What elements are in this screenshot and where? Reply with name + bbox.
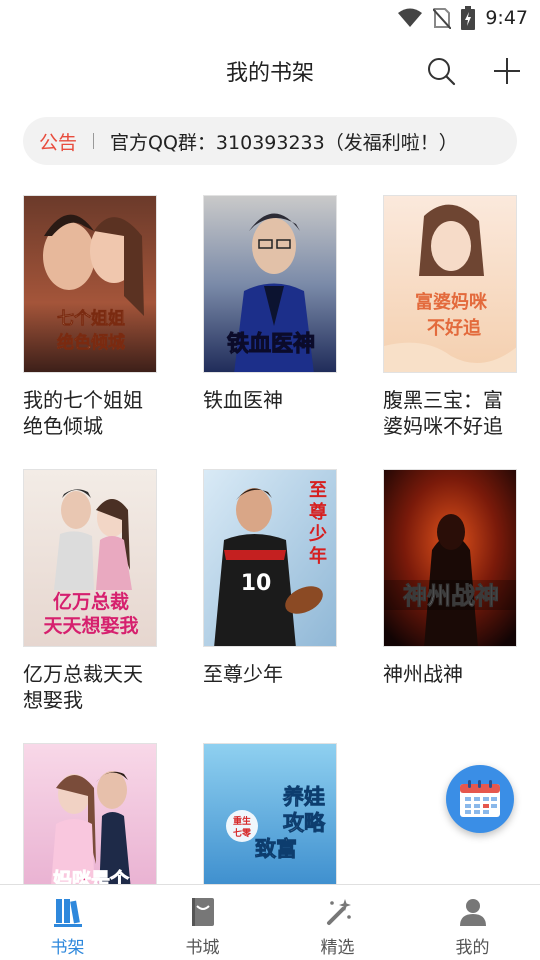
book-title: 至尊少年 bbox=[203, 662, 283, 686]
status-bar: 9:47 bbox=[0, 0, 540, 36]
book-title: 铁血医神 bbox=[203, 388, 283, 412]
announcement-text: 官方QQ群：310393233（发福利啦！） bbox=[110, 131, 458, 154]
book-cover[interactable]: 铁血医神 bbox=[203, 195, 337, 373]
announcement-tag: 公告 bbox=[39, 131, 78, 154]
search-button[interactable] bbox=[424, 54, 458, 88]
svg-text:绝色倾城: 绝色倾城 bbox=[57, 332, 125, 353]
svg-text:神州战神: 神州战神 bbox=[403, 582, 499, 610]
book-item[interactable]: 妈咪是个 bbox=[23, 743, 157, 885]
book-item[interactable]: 10 至 尊 少 年 至尊少年 bbox=[203, 469, 337, 687]
book-cover[interactable]: 10 至 尊 少 年 bbox=[203, 469, 337, 647]
app-header: 我的书架 bbox=[0, 36, 540, 104]
wifi-icon bbox=[398, 8, 423, 27]
book-item[interactable]: 铁血医神 铁血医神 bbox=[203, 195, 337, 413]
book-cover[interactable]: 富婆妈咪 不好追 bbox=[383, 195, 517, 373]
svg-text:铁血医神: 铁血医神 bbox=[227, 331, 315, 357]
svg-text:富婆妈咪: 富婆妈咪 bbox=[415, 291, 488, 313]
battery-charging-icon bbox=[461, 6, 476, 30]
book-item[interactable]: 亿万总裁 天天想娶我 亿万总裁天天想娶我 bbox=[23, 469, 157, 713]
svg-text:天天想娶我: 天天想娶我 bbox=[43, 614, 138, 637]
svg-text:不好追: 不好追 bbox=[427, 317, 481, 339]
no-sim-icon bbox=[433, 8, 452, 29]
svg-text:尊: 尊 bbox=[309, 501, 327, 523]
book-title: 神州战神 bbox=[383, 662, 463, 686]
book-cover[interactable]: 亿万总裁 天天想娶我 bbox=[23, 469, 157, 647]
tab-label: 书架 bbox=[50, 938, 85, 958]
clock: 9:47 bbox=[485, 7, 528, 29]
bottom-tab-bar: 书架 书城 精选 我的 bbox=[0, 884, 540, 960]
svg-text:致富: 致富 bbox=[255, 837, 297, 861]
tab-label: 精选 bbox=[320, 938, 355, 958]
svg-text:10: 10 bbox=[241, 571, 272, 596]
search-icon bbox=[428, 58, 456, 86]
book-item[interactable]: 神州战神 神州战神 bbox=[383, 469, 517, 687]
svg-text:重生: 重生 bbox=[233, 815, 251, 827]
add-button[interactable] bbox=[490, 54, 524, 88]
book-title: 亿万总裁天天想娶我 bbox=[23, 662, 143, 712]
svg-text:亿万总裁: 亿万总裁 bbox=[53, 590, 129, 613]
magic-wand-icon bbox=[326, 899, 351, 925]
book-title: 我的七个姐姐绝色倾城 bbox=[23, 388, 143, 438]
book-item[interactable]: 七个姐姐 绝色倾城 我的七个姐姐绝色倾城 bbox=[23, 195, 157, 439]
book-cover[interactable]: 七个姐姐 绝色倾城 bbox=[23, 195, 157, 373]
tab-bookshelf[interactable]: 书架 bbox=[0, 885, 135, 960]
book-item[interactable]: 富婆妈咪 不好追 腹黑三宝：富婆妈咪不好追 bbox=[383, 195, 517, 439]
svg-text:至: 至 bbox=[309, 480, 327, 501]
calendar-icon bbox=[460, 780, 500, 817]
svg-text:妈咪是个: 妈咪是个 bbox=[53, 869, 130, 885]
tab-label: 我的 bbox=[455, 938, 490, 958]
page-title: 我的书架 bbox=[225, 61, 314, 86]
svg-text:七零: 七零 bbox=[233, 827, 252, 839]
svg-text:攻略: 攻略 bbox=[283, 811, 326, 835]
svg-text:七个姐姐: 七个姐姐 bbox=[57, 308, 125, 329]
svg-text:少: 少 bbox=[308, 524, 327, 545]
book-cover[interactable]: 神州战神 bbox=[383, 469, 517, 647]
svg-text:养娃: 养娃 bbox=[282, 785, 325, 809]
tab-profile[interactable]: 我的 bbox=[405, 885, 540, 960]
book-cover[interactable]: 妈咪是个 bbox=[23, 743, 157, 885]
bookshelf-icon bbox=[53, 899, 82, 927]
check-in-calendar-button[interactable] bbox=[446, 765, 514, 833]
book-item[interactable]: 重生 七零 养娃 攻略 致富 bbox=[203, 743, 337, 885]
svg-text:年: 年 bbox=[309, 545, 327, 567]
announcement-banner[interactable]: 公告 官方QQ群：310393233（发福利啦！） bbox=[23, 117, 517, 165]
divider bbox=[93, 133, 95, 149]
tab-featured[interactable]: 精选 bbox=[270, 885, 405, 960]
bookstore-icon bbox=[191, 898, 214, 926]
tab-bookstore[interactable]: 书城 bbox=[135, 885, 270, 960]
book-cover[interactable]: 重生 七零 养娃 攻略 致富 bbox=[203, 743, 337, 885]
profile-icon bbox=[459, 899, 486, 926]
plus-icon bbox=[494, 58, 520, 84]
tab-label: 书城 bbox=[185, 938, 220, 958]
book-title: 腹黑三宝：富婆妈咪不好追 bbox=[383, 388, 503, 438]
